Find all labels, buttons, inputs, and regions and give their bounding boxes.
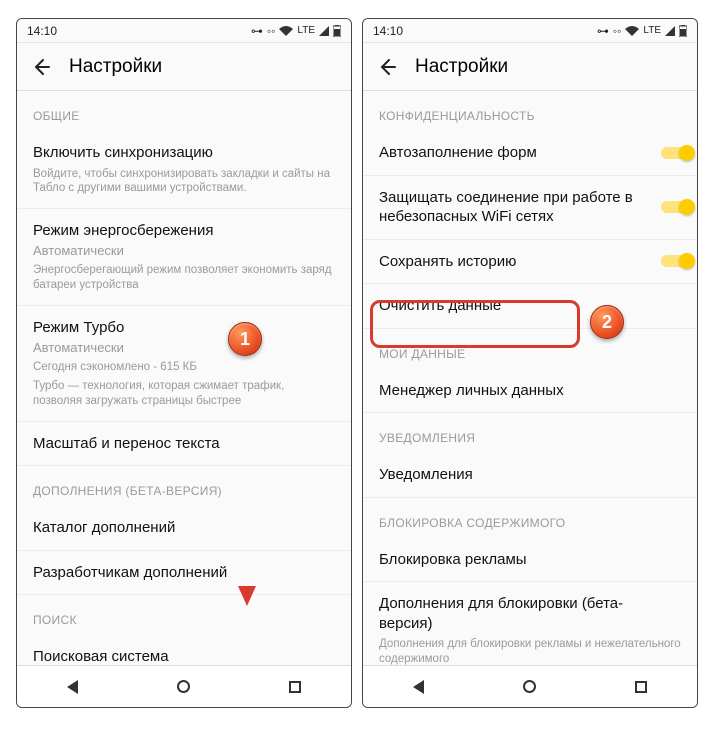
app-header: Настройки (363, 43, 697, 91)
signal-icon (319, 26, 329, 36)
statusbar-time: 14:10 (27, 24, 57, 38)
item-desc: Энергосберегающий режим позволяет эконом… (33, 263, 335, 293)
app-header: Настройки (17, 43, 351, 91)
wifi-icon: ◦◦ (613, 24, 622, 38)
section-notifications: УВЕДОМЛЕНИЯ (363, 413, 697, 453)
section-addons: ДОПОЛНЕНИЯ (БЕТА-ВЕРСИЯ) (17, 466, 351, 506)
arrow-left-icon (31, 57, 51, 77)
item-catalog[interactable]: Каталог дополнений (17, 506, 351, 551)
signal-icon (665, 26, 675, 36)
item-history[interactable]: Сохранять историю (363, 240, 697, 285)
arrow-left-icon (377, 57, 397, 77)
statusbar: 14:10 ⊶ ◦◦ LTE (363, 19, 697, 43)
nav-recent-icon[interactable] (635, 681, 647, 693)
back-button[interactable] (375, 55, 399, 79)
annotation-badge-1: 1 (228, 322, 262, 356)
section-search: ПОИСК (17, 595, 351, 635)
item-search-engine[interactable]: Поисковая система Яндекс (17, 635, 351, 665)
statusbar-indicators: ⊶ ◦◦ LTE (251, 24, 341, 38)
toggle-history[interactable] (661, 252, 697, 270)
toggle-autofill[interactable] (661, 144, 697, 162)
item-title: Дополнения для блокировки (бета-версия) (379, 594, 681, 633)
page-title: Настройки (69, 56, 162, 78)
section-general: ОБЩИЕ (17, 91, 351, 131)
item-title: Защищать соединение при работе в небезоп… (379, 188, 681, 227)
toggle-protect[interactable] (661, 198, 697, 216)
item-title: Разработчикам дополнений (33, 563, 335, 583)
item-title: Сохранять историю (379, 252, 681, 272)
vpn-icon: ⊶ (251, 24, 263, 38)
battery-icon (679, 25, 687, 37)
android-navbar (17, 665, 351, 707)
item-title: Режим Турбо (33, 318, 335, 338)
network-label: LTE (297, 25, 315, 36)
statusbar-time: 14:10 (373, 24, 403, 38)
wifi-signal-icon (625, 26, 639, 36)
statusbar: 14:10 ⊶ ◦◦ LTE (17, 19, 351, 43)
item-title: Уведомления (379, 465, 681, 485)
item-sub: Автоматически (33, 243, 335, 259)
item-autofill[interactable]: Автозаполнение форм (363, 131, 697, 176)
item-title: Каталог дополнений (33, 518, 335, 538)
section-mydata: МОИ ДАННЫЕ (363, 329, 697, 369)
settings-list-right[interactable]: КОНФИДЕНЦИАЛЬНОСТЬ Автозаполнение форм З… (363, 91, 697, 665)
item-title: Очистить данные (379, 296, 681, 316)
nav-recent-icon[interactable] (289, 681, 301, 693)
item-powersave[interactable]: Режим энергосбережения Автоматически Эне… (17, 209, 351, 306)
item-adblock[interactable]: Блокировка рекламы (363, 538, 697, 583)
phone-right: 14:10 ⊶ ◦◦ LTE Настройки КОНФИДЕНЦИАЛЬНО… (362, 18, 698, 708)
nav-home-icon[interactable] (523, 680, 536, 693)
annotation-badge-2: 2 (590, 305, 624, 339)
item-desc: Войдите, чтобы синхронизировать закладки… (33, 167, 335, 197)
item-desc: Сегодня сэкономлено - 615 КБ (33, 360, 335, 375)
network-label: LTE (643, 25, 661, 36)
battery-icon (333, 25, 341, 37)
page-title: Настройки (415, 56, 508, 78)
vpn-icon: ⊶ (597, 24, 609, 38)
item-turbo[interactable]: Режим Турбо Автоматически Сегодня сэконо… (17, 306, 351, 422)
nav-home-icon[interactable] (177, 680, 190, 693)
wifi-icon: ◦◦ (267, 24, 276, 38)
item-desc: Турбо — технология, которая сжимает траф… (33, 379, 335, 409)
phone-left: 14:10 ⊶ ◦◦ LTE Настройки ОБЩИЕ Включить … (16, 18, 352, 708)
nav-back-icon[interactable] (67, 680, 78, 694)
item-title: Поисковая система (33, 647, 335, 665)
item-title: Автозаполнение форм (379, 143, 681, 163)
item-sub: Автоматически (33, 340, 335, 356)
item-title: Режим энергосбережения (33, 221, 335, 241)
android-navbar (363, 665, 697, 707)
item-devs[interactable]: Разработчикам дополнений (17, 551, 351, 596)
item-title: Менеджер личных данных (379, 381, 681, 401)
back-button[interactable] (29, 55, 53, 79)
item-protect-wifi[interactable]: Защищать соединение при работе в небезоп… (363, 176, 697, 240)
section-privacy: КОНФИДЕНЦИАЛЬНОСТЬ (363, 91, 697, 131)
item-title: Включить синхронизацию (33, 143, 335, 163)
item-notifications[interactable]: Уведомления (363, 453, 697, 498)
item-desc: Дополнения для блокировки рекламы и неже… (379, 637, 681, 665)
item-sync[interactable]: Включить синхронизацию Войдите, чтобы си… (17, 131, 351, 209)
nav-back-icon[interactable] (413, 680, 424, 694)
item-zoom[interactable]: Масштаб и перенос текста (17, 422, 351, 467)
item-title: Масштаб и перенос текста (33, 434, 335, 454)
settings-list-left[interactable]: ОБЩИЕ Включить синхронизацию Войдите, чт… (17, 91, 351, 665)
wifi-signal-icon (279, 26, 293, 36)
item-clear-data[interactable]: Очистить данные (363, 284, 697, 329)
item-title: Блокировка рекламы (379, 550, 681, 570)
item-block-addons[interactable]: Дополнения для блокировки (бета-версия) … (363, 582, 697, 665)
item-personal-manager[interactable]: Менеджер личных данных (363, 369, 697, 414)
statusbar-indicators: ⊶ ◦◦ LTE (597, 24, 687, 38)
section-blocking: БЛОКИРОВКА СОДЕРЖИМОГО (363, 498, 697, 538)
